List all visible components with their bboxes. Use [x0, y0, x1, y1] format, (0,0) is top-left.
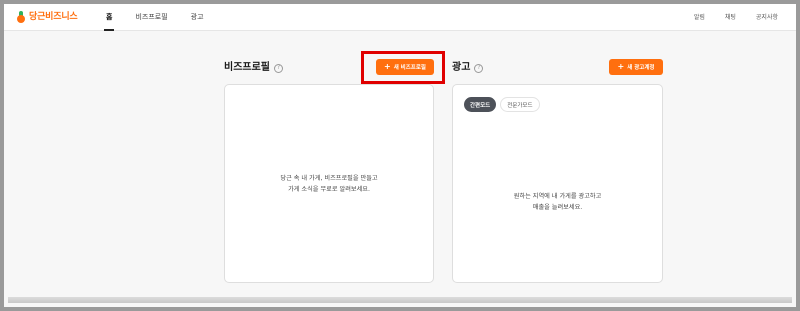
highlight-annotation	[361, 51, 445, 84]
nav-notifications[interactable]: 알림	[694, 4, 705, 31]
biz-profile-card: 당근 속 내 가게, 비즈프로필을 만들고 가게 소식을 무료로 알려보세요.	[224, 84, 434, 283]
biz-profile-empty-line-2: 가게 소식을 무료로 알려보세요.	[288, 186, 370, 193]
nav-home[interactable]: 홈	[104, 4, 115, 31]
brand-name: 당근비즈니스	[29, 12, 78, 22]
ads-heading: 광고 ?	[452, 61, 484, 75]
nav-ads[interactable]: 광고	[189, 4, 206, 31]
tab-simple-mode[interactable]: 간편모드	[464, 97, 497, 112]
plus-icon: +	[617, 62, 625, 71]
utility-nav: 알림 채팅 공지사항	[694, 4, 778, 31]
nav-announcements[interactable]: 공지사항	[756, 4, 778, 31]
top-header: 당근비즈니스 홈 비즈프로필 광고 알림 채팅 공지사항	[4, 4, 796, 31]
nav-biz-profile[interactable]: 비즈프로필	[133, 4, 169, 31]
tab-expert-mode[interactable]: 전문가모드	[500, 97, 540, 112]
bottom-shadow	[8, 297, 792, 303]
brand-logo[interactable]: 당근비즈니스	[16, 10, 78, 24]
help-icon[interactable]: ?	[274, 63, 283, 73]
carrot-logo-icon	[16, 11, 26, 23]
nav-chat[interactable]: 채팅	[725, 4, 736, 31]
new-ad-account-label: 새 광고계정	[627, 65, 655, 71]
ads-card: 간편모드 전문가모드 원하는 지역에 내 가게를 광고하고 매출을 늘려보세요.	[452, 84, 663, 283]
ads-empty-line-2: 매출을 늘려보세요.	[532, 204, 583, 211]
biz-profile-title: 비즈프로필	[224, 62, 270, 73]
biz-profile-empty-line-1: 당근 속 내 가게, 비즈프로필을 만들고	[280, 175, 378, 182]
help-icon[interactable]: ?	[474, 63, 484, 73]
new-ad-account-button[interactable]: + 새 광고계정	[609, 59, 663, 75]
ads-empty-line-1: 원하는 지역에 내 가게를 광고하고	[513, 193, 602, 200]
main-nav: 홈 비즈프로필 광고	[104, 4, 206, 31]
ads-title: 광고	[452, 62, 471, 73]
biz-profile-heading: 비즈프로필 ?	[224, 61, 283, 75]
ads-mode-tabs: 간편모드 전문가모드	[464, 97, 540, 112]
